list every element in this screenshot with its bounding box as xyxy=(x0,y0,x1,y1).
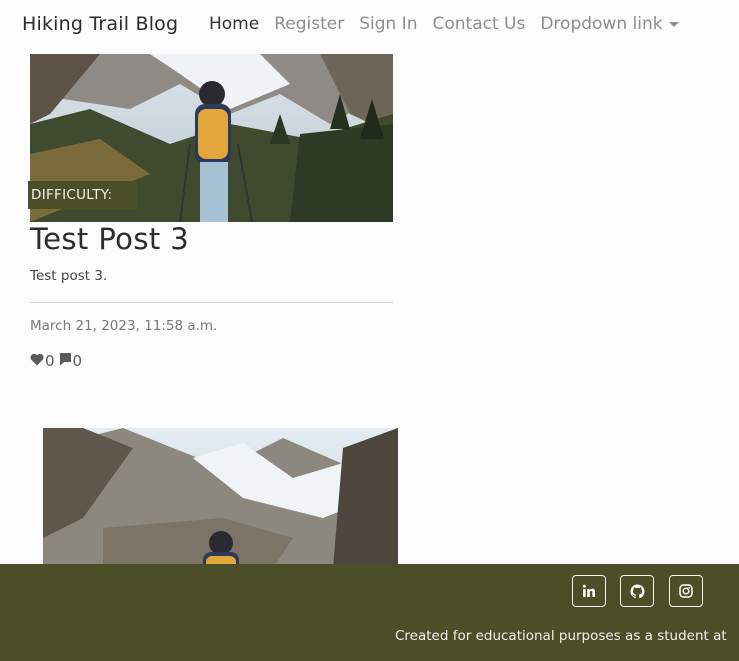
nav-contact-us[interactable]: Contact Us xyxy=(432,14,525,34)
navbar: Hiking Trail Blog Home Register Sign In … xyxy=(0,0,739,52)
post-title[interactable]: Test Post 3 xyxy=(30,222,189,256)
nav-home[interactable]: Home xyxy=(209,14,259,34)
post-date: March 21, 2023, 11:58 a.m. xyxy=(30,318,218,334)
nav-register[interactable]: Register xyxy=(274,14,344,34)
comments-count: 0 xyxy=(72,352,83,370)
brand-logo-link[interactable]: Hiking Trail Blog xyxy=(22,13,178,35)
footer: Created for educational purposes as a st… xyxy=(0,564,739,661)
difficulty-badge: DIFFICULTY: xyxy=(28,181,137,209)
nav-links: Home Register Sign In Contact Us Dropdow… xyxy=(209,14,694,34)
linkedin-icon[interactable] xyxy=(572,575,606,607)
likes-count: 0 xyxy=(45,352,55,370)
post-excerpt: Test post 3. xyxy=(30,268,108,284)
footer-credit-text: Created for educational purposes as a st… xyxy=(395,628,727,644)
divider xyxy=(30,302,393,303)
heart-icon xyxy=(30,352,44,370)
post-image[interactable] xyxy=(43,428,398,568)
comment-icon xyxy=(59,352,72,370)
nav-sign-in[interactable]: Sign In xyxy=(359,14,417,34)
chevron-down-icon xyxy=(668,21,679,27)
nav-dropdown-label: Dropdown link xyxy=(540,14,663,34)
nav-dropdown[interactable]: Dropdown link xyxy=(540,14,679,34)
post-stats: 0 0 xyxy=(30,352,86,370)
github-icon[interactable] xyxy=(620,575,654,607)
instagram-icon[interactable] xyxy=(669,575,703,607)
